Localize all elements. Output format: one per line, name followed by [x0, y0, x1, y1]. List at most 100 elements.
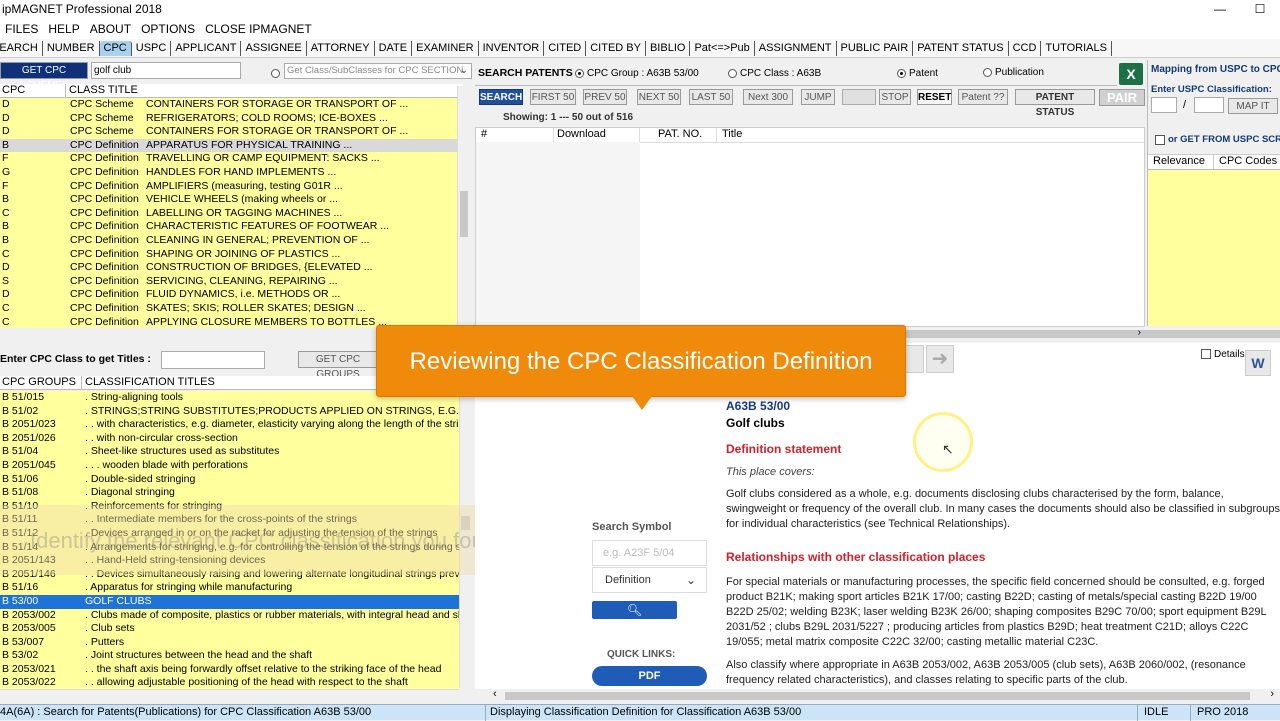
- cpc-class-row[interactable]: D CPC Scheme CONTAINERS FOR STORAGE OR TRA…: [0, 98, 457, 112]
- cpc-class-row[interactable]: S CPC Definition SERVICING, CLEANING, REPA…: [0, 275, 457, 289]
- uspc-screen-checkbox[interactable]: [1155, 135, 1165, 145]
- nav-back-button[interactable]: [904, 345, 924, 373]
- symbol-type-select[interactable]: Definition ⌄: [592, 567, 707, 593]
- classification-row[interactable]: B 51/08 . Diagonal stringing: [0, 486, 459, 500]
- pair-button[interactable]: PAIR: [1099, 89, 1145, 106]
- cpc-class-row[interactable]: B CPC Definition CLEANING IN GENERAL; PREV…: [0, 234, 457, 248]
- menu-about[interactable]: ABOUT: [85, 20, 136, 39]
- classification-row[interactable]: B 2053/022 . . allowing adjustable positi…: [0, 676, 459, 689]
- classification-row[interactable]: B 51/16 . Apparatus for stringing while m…: [0, 581, 459, 595]
- classification-row[interactable]: B 2053/002 . Clubs made of composite, pla…: [0, 609, 459, 623]
- arrow-right-icon[interactable]: ➜: [926, 345, 954, 373]
- jump-input[interactable]: [842, 89, 876, 105]
- jump-button[interactable]: JUMP: [801, 89, 835, 105]
- word-icon[interactable]: W: [1245, 350, 1271, 376]
- cpc-class-row[interactable]: F CPC Definition AMPLIFIERS (measuring, te…: [0, 180, 457, 194]
- scrollbar-thumb[interactable]: [505, 692, 1250, 700]
- cpc-class-row[interactable]: G CPC Definition HANDLES FOR HAND IMPLEMEN…: [0, 166, 457, 180]
- tab-patent-status[interactable]: PATENT STATUS: [913, 40, 1009, 56]
- prev-50-button[interactable]: PREV 50: [583, 89, 627, 105]
- tab-date[interactable]: DATE: [375, 40, 413, 56]
- cpc-class-row[interactable]: D CPC Scheme REFRIGERATORS; COLD ROOMS; IC…: [0, 112, 457, 126]
- cpc-class-row[interactable]: D CPC Scheme CONTAINERS FOR STORAGE OR TRA…: [0, 125, 457, 139]
- tab-attorney[interactable]: ATTORNEY: [307, 40, 375, 56]
- scroll-left-icon[interactable]: ‹: [493, 688, 497, 700]
- cpc-class-row[interactable]: B CPC Definition VEHICLE WHEELS (making wh…: [0, 193, 457, 207]
- tab-biblio[interactable]: BIBLIO: [646, 40, 691, 56]
- definition-hscrollbar[interactable]: ‹ ›: [475, 688, 1280, 703]
- tab-public-pair[interactable]: PUBLIC PAIR: [837, 40, 914, 56]
- cpc-class-row[interactable]: B CPC Definition APPARATUS FOR PHYSICAL TR…: [0, 138, 457, 153]
- classification-row[interactable]: B 2051/023 . . with characteristics, e.g.…: [0, 418, 459, 432]
- tab-cited-by[interactable]: CITED BY: [586, 40, 646, 56]
- tab-cited[interactable]: CITED: [544, 40, 587, 56]
- classification-row[interactable]: B 2051/045 . . . wooden blade with perfor…: [0, 459, 459, 473]
- cpc-class-row[interactable]: D CPC Definition CONSTRUCTION OF BRIDGES, …: [0, 261, 457, 275]
- tab-cpc[interactable]: CPC: [99, 40, 132, 56]
- cpc-group-radio[interactable]: CPC Group : A63B 53/00: [575, 68, 699, 79]
- cpc-class-row[interactable]: D CPC Definition FLUID DYNAMICS, i.e. METH…: [0, 288, 457, 302]
- keyword-input[interactable]: golf club: [91, 62, 241, 79]
- menu-options[interactable]: OPTIONS: [136, 20, 200, 39]
- classification-row[interactable]: B 53/007 . Putters: [0, 636, 459, 650]
- publication-radio[interactable]: Publication: [983, 67, 1044, 78]
- search-button[interactable]: SEARCH: [479, 89, 523, 105]
- classification-row[interactable]: B 2053/021 . . the shaft axis being forwa…: [0, 663, 459, 677]
- patent-check-button[interactable]: Patent ??: [958, 89, 1008, 105]
- cpc-class-row[interactable]: C CPC Definition SHAPING OR JOINING OF PLA…: [0, 248, 457, 262]
- first-50-button[interactable]: FIRST 50: [530, 89, 576, 105]
- menu-help[interactable]: HELP: [43, 20, 84, 39]
- cpc-class-row[interactable]: B CPC Definition CHARACTERISTIC FEATURES O…: [0, 220, 457, 234]
- cpc-class-row[interactable]: C CPC Definition LABELLING OR TAGGING MACH…: [0, 207, 457, 221]
- classification-row[interactable]: B 51/06 . Double-sided stringing: [0, 473, 459, 487]
- reset-button[interactable]: RESET: [917, 89, 952, 105]
- classification-row[interactable]: B 2051/026 . . with non-circular cross-se…: [0, 432, 459, 446]
- patent-status-button[interactable]: PATENT STATUS: [1015, 89, 1095, 118]
- tab-search[interactable]: SEARCH: [0, 40, 43, 56]
- tab-applicant[interactable]: APPLICANT: [171, 40, 242, 56]
- section-select[interactable]: Get Class/SubClasses for CPC SECTION ⌄: [284, 63, 472, 79]
- classification-row[interactable]: B 51/02 . STRINGS;STRING SUBSTITUTES;PROD…: [0, 405, 459, 419]
- tab-tutorials[interactable]: TUTORIALS: [1041, 40, 1112, 56]
- next-50-button[interactable]: NEXT 50: [637, 89, 681, 105]
- menu-files[interactable]: FILES: [0, 20, 43, 39]
- scrollbar-thumb[interactable]: [460, 191, 468, 237]
- cpc-class-radio[interactable]: CPC Class : A63B: [728, 68, 821, 79]
- tab-inventor[interactable]: INVENTOR: [479, 40, 545, 56]
- symbol-search-button[interactable]: 🔍︎: [592, 601, 677, 619]
- details-checkbox[interactable]: [1201, 349, 1211, 359]
- classification-row[interactable]: B 53/00 GOLF CLUBS: [0, 594, 459, 609]
- last-50-button[interactable]: LAST 50: [689, 89, 733, 105]
- minimize-button[interactable]: —: [1200, 0, 1240, 18]
- titles-hscrollbar[interactable]: [0, 689, 459, 701]
- stop-button[interactable]: STOP: [879, 89, 911, 105]
- tab-examiner[interactable]: EXAMINER: [412, 40, 479, 56]
- classification-row[interactable]: B 2053/005 . Club sets: [0, 622, 459, 636]
- patent-radio[interactable]: Patent: [897, 68, 938, 79]
- section-radio[interactable]: [271, 68, 280, 78]
- pdf-button[interactable]: PDF: [592, 666, 707, 686]
- scroll-right-icon[interactable]: ›: [1270, 688, 1274, 700]
- cpc-list-scrollbar[interactable]: [457, 86, 469, 326]
- classification-row[interactable]: B 53/02 . Joint structures between the he…: [0, 649, 459, 663]
- tab-assignment[interactable]: ASSIGNMENT: [755, 40, 837, 56]
- cpc-class-row[interactable]: F CPC Definition TRAVELLING OR CAMP EQUIPM…: [0, 152, 457, 166]
- get-cpc-groups-button[interactable]: GET CPC GROUPS: [298, 351, 378, 380]
- cpc-class-row[interactable]: C CPC Definition SKATES; SKIS; ROLLER SKAT…: [0, 302, 457, 316]
- map-it-button[interactable]: MAP IT: [1228, 98, 1278, 114]
- tab-number[interactable]: NUMBER: [43, 40, 100, 56]
- tab-ccd[interactable]: CCD: [1009, 40, 1042, 56]
- symbol-input[interactable]: e.g. A23F 5/04: [592, 540, 707, 566]
- cpc-class-input[interactable]: [161, 351, 265, 369]
- maximize-button[interactable]: ☐: [1240, 0, 1280, 18]
- tab-uspc[interactable]: USPC: [132, 40, 172, 56]
- uspc-subclass-input[interactable]: [1194, 97, 1224, 113]
- tab-pat-pub[interactable]: Pat<=>Pub: [690, 40, 755, 56]
- scroll-right-icon[interactable]: ›: [1138, 327, 1141, 338]
- uspc-class-input[interactable]: [1151, 97, 1177, 113]
- excel-icon[interactable]: X: [1119, 63, 1143, 85]
- tab-assignee[interactable]: ASSIGNEE: [241, 40, 307, 56]
- next-300-button[interactable]: Next 300: [743, 89, 793, 105]
- classification-row[interactable]: B 51/04 . Sheet-like structures used as s…: [0, 445, 459, 459]
- menu-close[interactable]: CLOSE IPMAGNET: [200, 20, 317, 39]
